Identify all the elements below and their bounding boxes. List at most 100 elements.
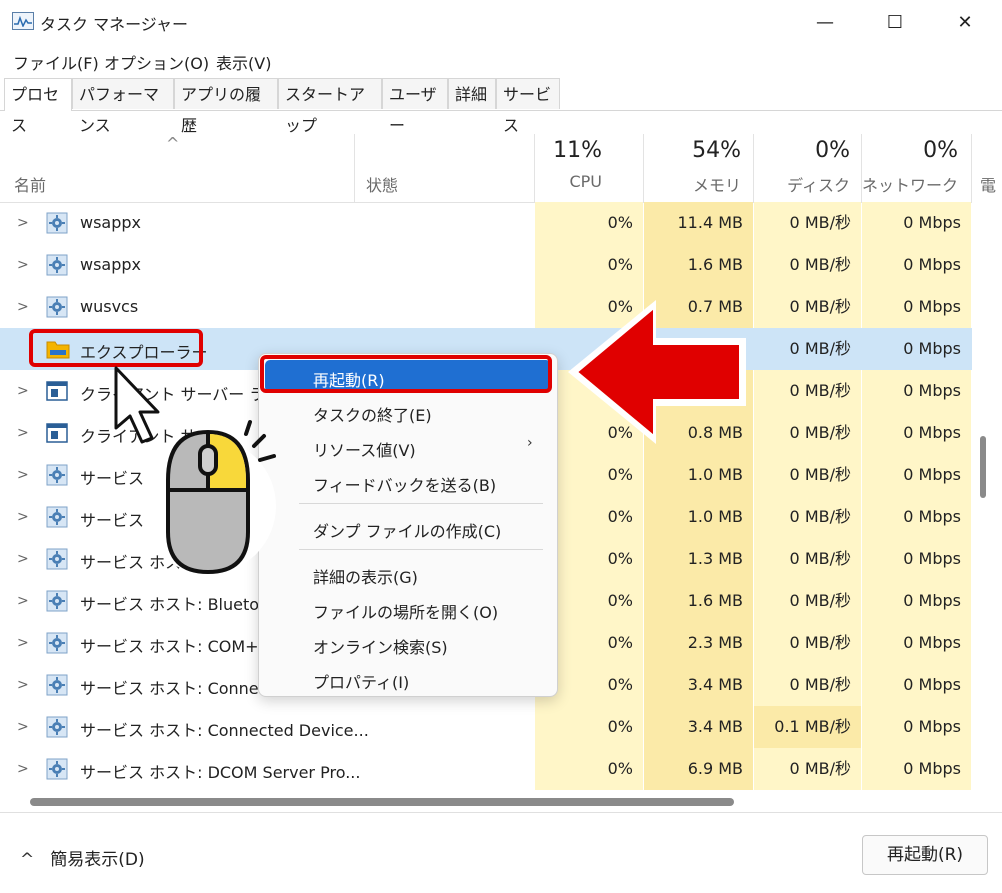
maximize-button[interactable]: ☐ [872,6,918,38]
tab-processes[interactable]: プロセス [4,78,72,135]
gear-icon [46,674,68,696]
context-menu-end-task[interactable]: タスクの終了(E) [313,402,432,426]
menu-view[interactable]: 表示(V) [216,50,271,74]
expand-chevron-icon[interactable]: > [17,383,29,399]
process-memory: 1.0 MB [644,496,753,538]
tab-app-history[interactable]: アプリの履歴 [174,78,278,135]
close-button[interactable]: ✕ [942,6,988,38]
expand-chevron-icon[interactable]: > [17,677,29,693]
tab-users[interactable]: ユーザー [382,78,448,135]
column-status[interactable]: 状態 [366,172,398,196]
menu-options[interactable]: オプション(O) [104,50,209,74]
process-name: サービス ホスト: Bluetoot [80,595,276,614]
context-menu-search-online[interactable]: オンライン検索(S) [313,634,448,658]
expand-chevron-icon[interactable]: > [17,509,29,525]
mouse-right-click-illustration [150,420,276,575]
process-memory: 1.6 MB [644,244,753,286]
expand-chevron-icon[interactable]: > [17,467,29,483]
process-network: 0 Mbps [862,202,971,244]
process-network: 0 Mbps [862,328,971,370]
tab-performance[interactable]: パフォーマンス [72,78,174,135]
expand-chevron-icon[interactable]: > [17,425,29,441]
gear-icon [46,464,68,486]
process-row[interactable]: > wsappx 0% 11.4 MB 0 MB/秒 0 Mbps [0,202,972,244]
gear-icon [46,758,68,780]
process-disk: 0 MB/秒 [754,454,861,496]
memory-usage-total: 54% [692,138,741,163]
red-arrow-annotation [568,300,746,444]
context-menu-restart[interactable]: 再起動(R) [313,367,385,391]
process-memory: 1.3 MB [644,538,753,580]
process-disk: 0 MB/秒 [754,538,861,580]
tab-services[interactable]: サービス [496,78,560,135]
footer: ^ 簡易表示(D) 再起動(R) [0,812,1002,893]
disk-usage-total: 0% [815,138,850,163]
process-network: 0 Mbps [862,286,971,328]
column-divider[interactable] [534,134,535,202]
process-cpu: 0% [535,244,643,286]
context-menu-show-details[interactable]: 詳細の表示(G) [313,564,418,588]
expand-chevron-icon[interactable]: > [17,257,29,273]
column-divider[interactable] [753,134,754,202]
context-menu-resource-values[interactable]: リソース値(V) [313,437,416,461]
horizontal-scrollbar[interactable] [30,798,734,806]
column-divider[interactable] [971,134,972,202]
process-network: 0 Mbps [862,580,971,622]
expand-chevron-icon[interactable]: > [17,635,29,651]
compact-view-label: 簡易表示(D) [50,850,145,870]
process-network: 0 Mbps [862,370,971,412]
process-disk: 0 MB/秒 [754,244,861,286]
column-disk[interactable]: ディスク [787,172,850,196]
process-network: 0 Mbps [862,622,971,664]
column-divider[interactable] [643,134,644,202]
expand-chevron-icon[interactable]: > [17,593,29,609]
tab-startup[interactable]: スタートアップ [278,78,382,135]
process-network: 0 Mbps [862,664,971,706]
process-network: 0 Mbps [862,454,971,496]
process-row[interactable]: > サービス ホスト: Connected Device... 0% 3.4 MB 0.… [0,706,972,748]
minimize-icon: — [816,11,834,33]
close-icon: ✕ [957,11,973,33]
column-power[interactable]: 電 [980,172,996,196]
expand-chevron-icon[interactable]: > [17,761,29,777]
context-menu-open-file-location[interactable]: ファイルの場所を開く(O) [313,599,498,623]
process-disk: 0 MB/秒 [754,286,861,328]
gear-icon [46,506,68,528]
restart-button[interactable]: 再起動(R) [862,835,988,875]
gear-icon [46,254,68,276]
gear-icon [46,590,68,612]
process-disk: 0 MB/秒 [754,202,861,244]
context-menu-properties[interactable]: プロパティ(I) [313,669,409,693]
process-disk: 0 MB/秒 [754,496,861,538]
process-row[interactable]: > wsappx 0% 1.6 MB 0 MB/秒 0 Mbps [0,244,972,286]
column-divider[interactable] [354,134,355,202]
process-cpu: 0% [535,202,643,244]
vertical-scrollbar[interactable] [980,436,986,498]
column-cpu[interactable]: CPU [569,172,602,191]
task-manager-app-icon [12,12,34,30]
process-row[interactable]: > サービス ホスト: DCOM Server Pro... 0% 6.9 MB 0 M… [0,748,972,790]
expand-chevron-icon[interactable]: > [17,551,29,567]
context-menu-create-dump[interactable]: ダンプ ファイルの作成(C) [313,518,501,542]
process-name: サービス ホスト: DCOM Server Pro... [80,763,361,782]
network-usage-total: 0% [923,138,958,163]
context-menu-feedback[interactable]: フィードバックを送る(B) [313,472,496,496]
column-name[interactable]: 名前 [14,172,46,196]
menu-file[interactable]: ファイル(F) [13,50,99,74]
process-name: サービス ホスト: COM+ E [80,637,274,656]
compact-view-toggle[interactable]: ^ 簡易表示(D) [20,845,145,870]
expand-chevron-icon[interactable]: > [17,299,29,315]
process-row[interactable]: > wusvcs 0% 0.7 MB 0 MB/秒 0 Mbps [0,286,972,328]
column-memory[interactable]: メモリ [693,172,741,196]
submenu-arrow-icon: › [527,435,533,451]
process-network: 0 Mbps [862,538,971,580]
column-network[interactable]: ネットワーク [862,172,958,196]
process-disk: 0 MB/秒 [754,622,861,664]
tab-details[interactable]: 詳細 [448,78,496,109]
expand-chevron-icon[interactable]: > [17,719,29,735]
expand-chevron-icon[interactable]: > [17,215,29,231]
process-cpu: 0% [535,706,643,748]
minimize-button[interactable]: — [802,6,848,38]
context-menu: 再起動(R) タスクの終了(E) リソース値(V) › フィードバックを送る(B… [258,353,558,697]
cpu-usage-total: 11% [553,138,602,163]
